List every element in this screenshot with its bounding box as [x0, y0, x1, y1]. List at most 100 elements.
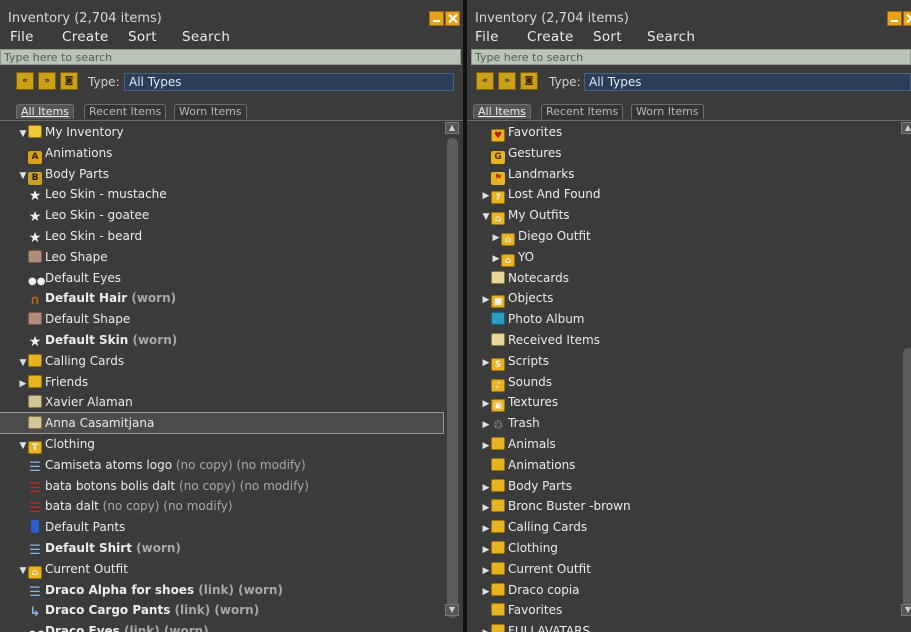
tree-row[interactable]: ☰ bata botons bolis dalt (no copy) (no mo…	[0, 476, 443, 496]
filter-icon[interactable]: ◙	[60, 72, 78, 90]
collapsed-arrow-icon[interactable]: ▶	[481, 186, 491, 206]
expanded-arrow-icon[interactable]: ▼	[18, 353, 28, 373]
expanded-arrow-icon[interactable]: ▼	[481, 207, 491, 227]
menu-file[interactable]: File	[10, 29, 34, 45]
search-input[interactable]: Type here to search	[0, 49, 461, 65]
tab-all-items[interactable]: All Items	[16, 104, 74, 119]
tree-row[interactable]: Photo Album	[467, 309, 899, 329]
collapsed-arrow-icon[interactable]: ▶	[481, 519, 491, 539]
tree-row[interactable]: ▶ ♲ Trash	[467, 413, 899, 433]
tree-row[interactable]: ▶ Friends	[0, 372, 443, 392]
title-bar[interactable]: Inventory (2,704 items)	[467, 8, 911, 28]
menu-create[interactable]: Create	[62, 29, 109, 45]
tab-recent-items[interactable]: Recent Items	[541, 104, 624, 119]
tree-row[interactable]: Favorites	[467, 600, 899, 620]
tree-row[interactable]: ★ Leo Skin - goatee	[0, 205, 443, 225]
expanded-arrow-icon[interactable]: ▼	[18, 166, 28, 186]
collapsed-arrow-icon[interactable]: ▶	[18, 374, 28, 394]
collapsed-arrow-icon[interactable]: ▶	[481, 353, 491, 373]
tree-row[interactable]: ★ Default Skin (worn)	[0, 330, 443, 350]
tree-row[interactable]: Default Shape	[0, 309, 443, 329]
tree-row[interactable]: ☰ Default Shirt (worn)	[0, 538, 443, 558]
tree-row[interactable]: ▶ Draco copia	[467, 580, 899, 600]
tab-recent-items[interactable]: Recent Items	[84, 104, 167, 119]
expand-all-icon[interactable]: »	[38, 72, 56, 90]
close-button[interactable]	[445, 11, 460, 26]
scrollbar[interactable]: ▲ ▼	[445, 122, 460, 632]
tab-worn-items[interactable]: Worn Items	[631, 104, 704, 119]
tree-row[interactable]: ▶ Animals	[467, 434, 899, 454]
scroll-up-icon[interactable]: ▲	[901, 122, 911, 134]
scroll-thumb[interactable]	[903, 348, 911, 614]
type-select[interactable]: All Types	[124, 73, 454, 91]
tree-row[interactable]: ▶ Bronc Buster -brown	[467, 496, 899, 516]
tree-row[interactable]: ▼ Calling Cards	[0, 351, 443, 371]
tree-row[interactable]: ▶ ⌂ YO	[467, 247, 899, 267]
scroll-thumb[interactable]	[447, 138, 458, 618]
collapsed-arrow-icon[interactable]: ▶	[481, 436, 491, 456]
tab-all-items[interactable]: All Items	[473, 104, 531, 119]
tree-row[interactable]: ▼ B Body Parts	[0, 164, 443, 186]
close-button[interactable]	[903, 11, 911, 26]
search-input[interactable]: Type here to search	[471, 49, 911, 65]
tree-row[interactable]: ▶ ⌂ Diego Outfit	[467, 226, 899, 246]
tree-row[interactable]: ★ Leo Skin - mustache	[0, 184, 443, 204]
menu-create[interactable]: Create	[527, 29, 574, 45]
collapsed-arrow-icon[interactable]: ▶	[481, 540, 491, 560]
menu-file[interactable]: File	[475, 29, 499, 45]
minimize-button[interactable]	[429, 11, 444, 26]
menu-search[interactable]: Search	[182, 29, 230, 45]
collapsed-arrow-icon[interactable]: ▶	[481, 415, 491, 435]
tree-row[interactable]: ●●Default Eyes	[0, 268, 443, 288]
tree-row[interactable]: ♥ Favorites	[467, 122, 899, 142]
collapsed-arrow-icon[interactable]: ▶	[481, 478, 491, 498]
tree-row[interactable]: Default Pants	[0, 517, 443, 537]
tree-row[interactable]: Notecards	[467, 268, 899, 288]
scroll-up-icon[interactable]: ▲	[445, 122, 459, 134]
tree-row[interactable]: ☰ Draco Alpha for shoes (link) (worn)	[0, 580, 443, 600]
collapsed-arrow-icon[interactable]: ▶	[481, 561, 491, 581]
collapsed-arrow-icon[interactable]: ▶	[491, 228, 501, 248]
collapsed-arrow-icon[interactable]: ▶	[481, 623, 491, 632]
tree-row[interactable]: ⚑ Landmarks	[467, 164, 899, 185]
menu-search[interactable]: Search	[647, 29, 695, 45]
minimize-button[interactable]	[887, 11, 902, 26]
tree-row[interactable]: ▶? Lost And Found	[467, 184, 899, 206]
tree-row[interactable]: ▼ ⌂ Current Outfit	[0, 559, 443, 579]
tree-row[interactable]: ▼ My Inventory	[0, 122, 443, 142]
collapsed-arrow-icon[interactable]: ▶	[481, 582, 491, 602]
expanded-arrow-icon[interactable]: ▼	[18, 124, 28, 144]
tree-row[interactable]: ▶ Calling Cards	[467, 517, 899, 537]
tree-row[interactable]: Animations	[467, 455, 899, 475]
collapsed-arrow-icon[interactable]: ▶	[481, 290, 491, 310]
tree-row[interactable]: ▶ FULLAVATARS	[467, 621, 899, 632]
tree-row[interactable]: ●●Draco Eyes (link) (worn)	[0, 621, 443, 632]
tree-row[interactable]: ▼ ⌂ My Outfits	[467, 205, 899, 227]
tree-row[interactable]: ▶ S Scripts	[467, 351, 899, 371]
filter-icon[interactable]: ◙	[520, 72, 538, 90]
scroll-down-icon[interactable]: ▼	[901, 604, 911, 616]
expand-all-icon[interactable]: »	[498, 72, 516, 90]
title-bar[interactable]: Inventory (2,704 items)	[0, 8, 463, 28]
collapsed-arrow-icon[interactable]: ▶	[481, 498, 491, 518]
menu-sort[interactable]: Sort	[593, 29, 622, 45]
tree-row[interactable]: ▶ Clothing	[467, 538, 899, 558]
tree-row[interactable]: ♪ Sounds	[467, 372, 899, 392]
tree-row[interactable]: A Animations	[0, 143, 443, 164]
tree-row[interactable]: Xavier Alaman	[0, 392, 443, 412]
menu-sort[interactable]: Sort	[128, 29, 157, 45]
tree-row[interactable]: ∩ Default Hair (worn)	[0, 288, 443, 308]
collapsed-arrow-icon[interactable]: ▶	[491, 249, 501, 269]
expanded-arrow-icon[interactable]: ▼	[18, 561, 28, 581]
tree-row[interactable]: ☰ bata dalt (no copy) (no modify)	[0, 496, 443, 516]
scroll-down-icon[interactable]: ▼	[445, 604, 459, 616]
tree-row[interactable]: Anna Casamitjana	[0, 412, 444, 435]
tree-row[interactable]: ▶ Current Outfit	[467, 559, 899, 579]
collapse-all-icon[interactable]: «	[476, 72, 494, 90]
tree-row[interactable]: Received Items	[467, 330, 899, 350]
tree-row[interactable]: ▶ ■ Objects	[467, 288, 899, 310]
tree-row[interactable]: ▶ ▣ Textures	[467, 392, 899, 413]
tree-row[interactable]: ↳ Draco Cargo Pants (link) (worn)	[0, 600, 443, 620]
expanded-arrow-icon[interactable]: ▼	[18, 436, 28, 456]
tree-row[interactable]: ☰ Camiseta atoms logo (no copy) (no modif…	[0, 455, 443, 475]
